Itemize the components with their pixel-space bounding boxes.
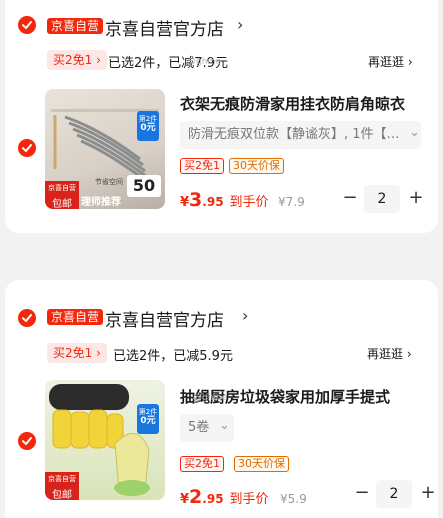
price-label: 到手价 [229, 492, 269, 507]
badge-price-protect: 30天价保 [234, 456, 289, 472]
cart-shop-card: 京喜自营 京喜自营官方店 › 买2免1 › 已选2件，已减5.9元 再逛逛 › … [5, 280, 438, 518]
badge-promo: 买2免1 [180, 456, 224, 472]
spec-selector[interactable]: 防滑无痕双位款【静谧灰】, 1件【… [180, 121, 421, 149]
image-shop-tag: 京喜自营 包邮 [45, 472, 79, 500]
product-title[interactable]: 衣架无痕防滑家用挂衣防肩角晾衣 [180, 93, 432, 114]
badge-price-protect: 30天价保 [229, 158, 284, 174]
price-currency: ¥ [180, 195, 190, 210]
spec-text: 防滑无痕双位款【静谧灰】, 1件【… [188, 127, 400, 142]
image-shop-tag-text: 京喜自营 [48, 184, 76, 192]
price-decimal: .95 [202, 492, 224, 506]
image-promo-bottom: 0元 [140, 416, 156, 426]
promo-text: 已选2件，已减5.9元 [113, 349, 233, 364]
promo-tag[interactable]: 买2免1 › [47, 343, 107, 363]
image-shop-tag-text: 京喜自营 [48, 475, 76, 483]
price-integer: 2 [189, 486, 203, 508]
cart-shop-card: 京喜自营 京喜自营官方店 › 买2免1 › 已选2件，已减7.9元 @ghine… [5, 0, 438, 233]
quantity-stepper: − 2 + [350, 480, 440, 508]
shop-tag: 京喜自营 [47, 18, 104, 34]
watermark: @ghine [187, 57, 222, 67]
chevron-right-icon[interactable]: › [242, 306, 248, 325]
plus-icon[interactable]: + [416, 480, 440, 508]
price-label: 到手价 [229, 195, 269, 210]
shop-select-check-icon[interactable] [18, 309, 36, 327]
chevron-down-icon[interactable]: ⌄ [219, 418, 230, 433]
item-select-check-icon[interactable] [18, 432, 36, 450]
image-mail-tag-text: 包邮 [52, 199, 72, 209]
image-mail-tag-text: 包邮 [52, 490, 72, 500]
promo-tag-label: 买2免1 [53, 346, 93, 360]
minus-icon[interactable]: − [350, 480, 374, 508]
product-image[interactable]: 第2件 0元 节省空间 50 京喜自营 包邮 理师推荐 [45, 89, 165, 209]
browse-more-link[interactable]: 再逛逛 › [368, 53, 413, 70]
plus-icon[interactable]: + [404, 185, 428, 213]
old-price: ¥7.9 [278, 195, 305, 209]
image-bottom-text: 理师推荐 [81, 197, 121, 208]
image-promo-bottom: 0元 [140, 123, 156, 133]
shop-name-link[interactable]: 京喜自营官方店 [105, 15, 224, 40]
promo-tag-label: 买2免1 [53, 53, 93, 67]
quantity-stepper: − 2 + [338, 185, 428, 213]
image-promo-badge: 第2件 0元 [137, 404, 159, 434]
chevron-right-icon[interactable]: › [237, 15, 243, 34]
price-decimal: .95 [202, 195, 224, 209]
quantity-input[interactable]: 2 [376, 480, 412, 508]
old-price: ¥5.9 [280, 492, 307, 506]
image-number: 50 [127, 175, 161, 197]
product-image[interactable]: 第2件 0元 京喜自营 包邮 [45, 380, 165, 500]
shop-select-check-icon[interactable] [18, 16, 36, 34]
shop-tag: 京喜自营 [47, 309, 104, 325]
price: ¥2.95 到手价 [180, 486, 269, 508]
watermark: @ghine [193, 393, 228, 403]
image-promo-badge: 第2件 0元 [137, 111, 159, 141]
chevron-down-icon[interactable]: ⌄ [409, 125, 420, 140]
image-shop-tag: 京喜自营 包邮 [45, 181, 79, 209]
price: ¥3.95 到手价 [180, 189, 269, 211]
price-integer: 3 [189, 189, 203, 211]
item-select-check-icon[interactable] [18, 139, 36, 157]
spec-text: 5卷 [188, 420, 210, 435]
badge-promo: 买2免1 [180, 158, 224, 174]
browse-more-label: 再逛逛 [367, 347, 404, 361]
browse-more-link[interactable]: 再逛逛 › [367, 345, 412, 362]
minus-icon[interactable]: − [338, 185, 362, 213]
browse-more-label: 再逛逛 [368, 55, 405, 69]
price-currency: ¥ [180, 492, 190, 507]
image-small-text: 节省空间 [95, 178, 123, 186]
quantity-input[interactable]: 2 [364, 185, 400, 213]
shop-name-link[interactable]: 京喜自营官方店 [105, 306, 224, 331]
promo-tag[interactable]: 买2免1 › [47, 50, 107, 70]
